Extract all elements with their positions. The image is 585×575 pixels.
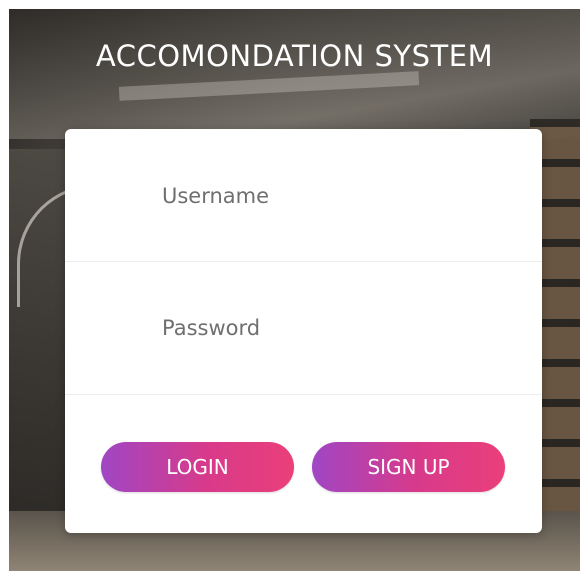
signup-button[interactable]: SIGN UP	[312, 442, 505, 492]
app-screen: ACCOMONDATION SYSTEM LOGIN SIGN UP	[9, 9, 580, 571]
background-ceiling	[9, 9, 580, 139]
login-card: LOGIN SIGN UP	[65, 129, 542, 533]
password-row	[65, 262, 542, 395]
login-button[interactable]: LOGIN	[101, 442, 294, 492]
username-row	[65, 129, 542, 262]
username-input[interactable]	[65, 129, 542, 261]
app-title: ACCOMONDATION SYSTEM	[95, 39, 494, 73]
password-input[interactable]	[65, 262, 542, 394]
